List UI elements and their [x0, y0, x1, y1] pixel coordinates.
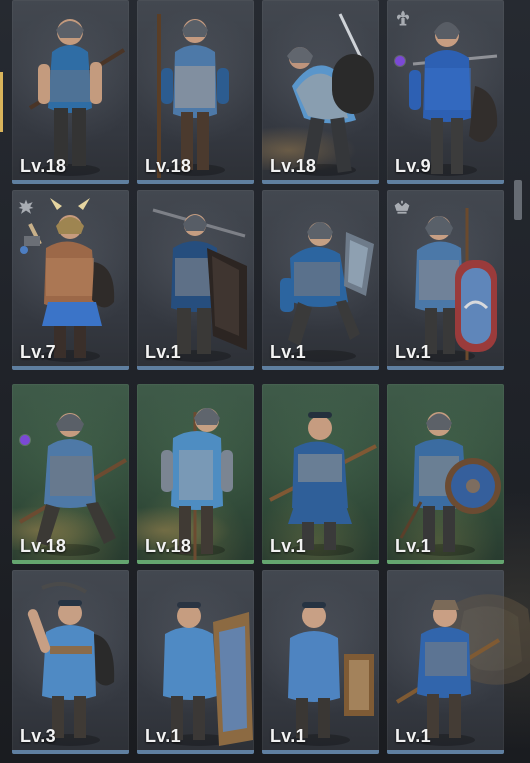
eagle-emblem-icon [18, 199, 34, 214]
unit-card[interactable]: Lv.1 [262, 190, 379, 370]
rarity-bar [262, 750, 379, 754]
fleur-de-lis-emblem-icon [396, 10, 410, 26]
rarity-bar [12, 366, 129, 370]
unit-card[interactable]: Lv.1 [387, 384, 504, 564]
unit-level-label: Lv.18 [270, 156, 317, 176]
unit-level-label: Lv.9 [395, 156, 431, 176]
unit-level-label: Lv.18 [20, 536, 67, 556]
unit-card[interactable]: Lv.7 [12, 190, 129, 370]
unit-level-label: Lv.1 [395, 726, 431, 746]
crowned-emblem-icon [394, 200, 410, 214]
unit-card[interactable]: Lv.18 [12, 0, 129, 184]
unit-level-label: Lv.18 [20, 156, 67, 176]
unit-level-label: Lv.1 [270, 342, 306, 362]
unit-card[interactable]: Lv.18 [137, 384, 254, 564]
unit-card[interactable]: Lv.1 [137, 570, 254, 754]
vertical-scrollbar[interactable] [514, 180, 522, 220]
rarity-bar [137, 560, 254, 564]
unit-level-label: Lv.18 [145, 156, 192, 176]
rarity-bar [12, 180, 129, 184]
rarity-bar [137, 180, 254, 184]
unit-card[interactable]: Lv.1 [262, 570, 379, 754]
unit-card[interactable]: Lv.1 [387, 190, 504, 370]
unit-card[interactable]: Lv.1 [262, 384, 379, 564]
unit-card[interactable]: Lv.18 [262, 0, 379, 184]
purple-marker-icon [20, 435, 30, 445]
unit-card[interactable]: Lv.1 [137, 190, 254, 370]
rarity-bar [387, 180, 504, 184]
unit-level-label: Lv.1 [270, 726, 306, 746]
unit-level-label: Lv.1 [270, 536, 306, 556]
unit-level-label: Lv.1 [145, 726, 181, 746]
unit-level-label: Lv.1 [395, 536, 431, 556]
purple-marker-icon [395, 56, 405, 66]
unit-card[interactable]: Lv.18 [12, 384, 129, 564]
unit-level-label: Lv.1 [145, 342, 181, 362]
rarity-bar [387, 750, 504, 754]
rarity-bar [12, 560, 129, 564]
selection-accent-bar [0, 72, 3, 132]
unit-card[interactable]: Lv.3 [12, 570, 129, 754]
rarity-bar [12, 750, 129, 754]
unit-card[interactable]: Lv.18 [137, 0, 254, 184]
unit-level-label: Lv.7 [20, 342, 56, 362]
unit-level-label: Lv.1 [395, 342, 431, 362]
rarity-bar [387, 560, 504, 564]
unit-roster-screen: Lv.18 Lv.18 Lv.18 Lv.9 Lv.7 Lv.1 Lv.1 Lv… [0, 0, 530, 763]
rarity-bar [262, 366, 379, 370]
rarity-bar [137, 366, 254, 370]
rarity-bar [262, 560, 379, 564]
rarity-bar [137, 750, 254, 754]
rarity-bar [387, 366, 504, 370]
rarity-bar [262, 180, 379, 184]
unit-card[interactable]: Lv.9 [387, 0, 504, 184]
status-dot [20, 246, 28, 254]
unit-level-label: Lv.18 [145, 536, 192, 556]
unit-level-label: Lv.3 [20, 726, 56, 746]
unit-card[interactable]: Lv.1 [387, 570, 504, 754]
unit-card-grid: Lv.18 Lv.18 Lv.18 Lv.9 Lv.7 Lv.1 Lv.1 Lv… [12, 0, 504, 763]
